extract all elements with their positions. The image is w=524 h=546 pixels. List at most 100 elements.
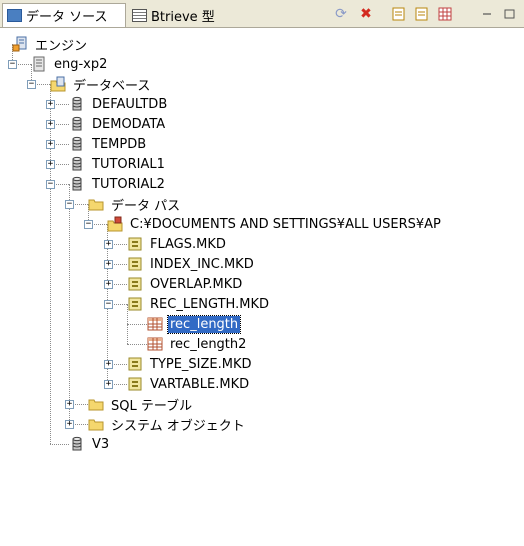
tree-item[interactable]: FLAGS.MKD [127, 234, 228, 254]
tree-item[interactable]: データベース [50, 74, 152, 94]
tree-item-label: システム オブジェクト [111, 418, 245, 434]
tree-item[interactable]: DEMODATA [69, 114, 167, 134]
database-folder-icon [50, 76, 66, 92]
table-icon [147, 316, 163, 332]
tree-item[interactable]: DEFAULTDB [69, 94, 169, 114]
tree-item-label: REC_LENGTH.MKD [150, 296, 269, 312]
minimize-icon[interactable] [478, 5, 496, 23]
folder-icon [88, 396, 104, 412]
expand-icon[interactable]: + [104, 360, 113, 369]
expand-icon[interactable]: + [46, 140, 55, 149]
tree-item-label: V3 [92, 436, 110, 452]
path-folder-icon [107, 216, 123, 232]
tab-btrieve-label: Btrieve 型 [151, 9, 215, 25]
tree-item[interactable]: C:¥DOCUMENTS AND SETTINGS¥ALL USERS¥AP [107, 214, 443, 234]
tree-item-label: エンジン [35, 38, 88, 54]
tree-connector [127, 324, 147, 325]
tree-item[interactable]: システム オブジェクト [88, 414, 247, 434]
tree-item[interactable]: INDEX_INC.MKD [127, 254, 256, 274]
tree-item[interactable]: VARTABLE.MKD [127, 374, 251, 394]
tree-item-label: データ パス [111, 198, 181, 214]
folder-icon [88, 196, 104, 212]
collapse-icon[interactable]: − [27, 80, 36, 89]
tree-item[interactable]: OVERLAP.MKD [127, 274, 244, 294]
tree-item-label: rec_length2 [170, 336, 247, 352]
tab-data-source[interactable]: データ ソース [2, 3, 126, 27]
tree-item[interactable]: SQL テーブル [88, 394, 194, 414]
tree-item[interactable]: V3 [69, 434, 111, 454]
properties-icon[interactable] [390, 5, 408, 23]
database-icon [69, 96, 85, 112]
tree-item[interactable]: TEMPDB [69, 134, 148, 154]
tree-item[interactable]: REC_LENGTH.MKD [127, 294, 271, 314]
tree-item[interactable]: rec_length [147, 314, 242, 334]
expand-icon[interactable]: + [104, 380, 113, 389]
data-source-icon [7, 9, 22, 22]
tree-item-label: TYPE_SIZE.MKD [150, 356, 252, 372]
file-icon [127, 356, 143, 372]
view-toolbar: データ ソース Btrieve 型 ⟳ ✖ [0, 0, 524, 28]
delete-icon[interactable]: ✖ [357, 5, 375, 23]
file-icon [127, 376, 143, 392]
server-icon [31, 56, 47, 72]
expand-icon[interactable]: + [46, 100, 55, 109]
maximize-icon[interactable] [500, 5, 518, 23]
expand-icon[interactable]: + [65, 400, 74, 409]
tree-item-label: C:¥DOCUMENTS AND SETTINGS¥ALL USERS¥AP [130, 216, 441, 232]
database-icon [69, 176, 85, 192]
tree-item[interactable]: TUTORIAL2 [69, 174, 167, 194]
tree-connector [50, 444, 69, 445]
tree-item-label: eng-xp2 [54, 56, 108, 72]
collapse-icon[interactable]: − [8, 60, 17, 69]
file-icon [127, 236, 143, 252]
table-icon [147, 336, 163, 352]
tree-item-label: DEFAULTDB [92, 96, 168, 112]
tree-connector [50, 84, 51, 444]
tab-btrieve[interactable]: Btrieve 型 [128, 3, 230, 27]
tab-data-source-label: データ ソース [26, 10, 108, 25]
collapse-icon[interactable]: − [46, 180, 55, 189]
grid-icon[interactable] [436, 5, 454, 23]
tree-item-label: TEMPDB [92, 136, 147, 152]
collapse-icon[interactable]: − [65, 200, 74, 209]
tree-item-label: FLAGS.MKD [150, 236, 226, 252]
tree-connector [69, 184, 70, 424]
tree-item-label: INDEX_INC.MKD [150, 256, 254, 272]
tree-item-label: DEMODATA [92, 116, 166, 132]
tree-item-label: TUTORIAL2 [92, 176, 165, 192]
file-icon [127, 256, 143, 272]
tree-item-label: SQL テーブル [111, 398, 193, 414]
tree-item[interactable]: TYPE_SIZE.MKD [127, 354, 254, 374]
tree-connector [127, 344, 147, 345]
tree-item-label: VARTABLE.MKD [150, 376, 250, 392]
tree-item[interactable]: エンジン [12, 34, 89, 54]
database-icon [69, 116, 85, 132]
database-icon [69, 136, 85, 152]
tree-item-label: rec_length [166, 314, 242, 334]
file-icon [127, 296, 143, 312]
engine-icon [12, 36, 28, 52]
expand-icon[interactable]: + [104, 240, 113, 249]
expand-icon[interactable]: + [104, 260, 113, 269]
database-icon [69, 156, 85, 172]
tree-item-label: OVERLAP.MKD [150, 276, 243, 292]
tree-item[interactable]: TUTORIAL1 [69, 154, 167, 174]
tree-item[interactable]: データ パス [88, 194, 182, 214]
collapse-icon[interactable]: − [104, 300, 113, 309]
btrieve-icon [132, 8, 147, 22]
folder-icon [88, 416, 104, 432]
data-source-tree[interactable]: エンジン − eng-xp2 − データベース − DEFAULTDB + DEMODATA + T… [0, 28, 524, 546]
database-icon [69, 436, 85, 452]
properties2-icon[interactable] [413, 5, 431, 23]
refresh-icon[interactable]: ⟳ [332, 5, 350, 23]
file-icon [127, 276, 143, 292]
tree-item-label: TUTORIAL1 [92, 156, 165, 172]
expand-icon[interactable]: + [104, 280, 113, 289]
expand-icon[interactable]: + [65, 420, 74, 429]
expand-icon[interactable]: + [46, 120, 55, 129]
tree-item-label: データベース [73, 78, 151, 94]
expand-icon[interactable]: + [46, 160, 55, 169]
tree-item[interactable]: rec_length2 [147, 334, 248, 354]
collapse-icon[interactable]: − [84, 220, 93, 229]
tree-item[interactable]: eng-xp2 [31, 54, 109, 74]
